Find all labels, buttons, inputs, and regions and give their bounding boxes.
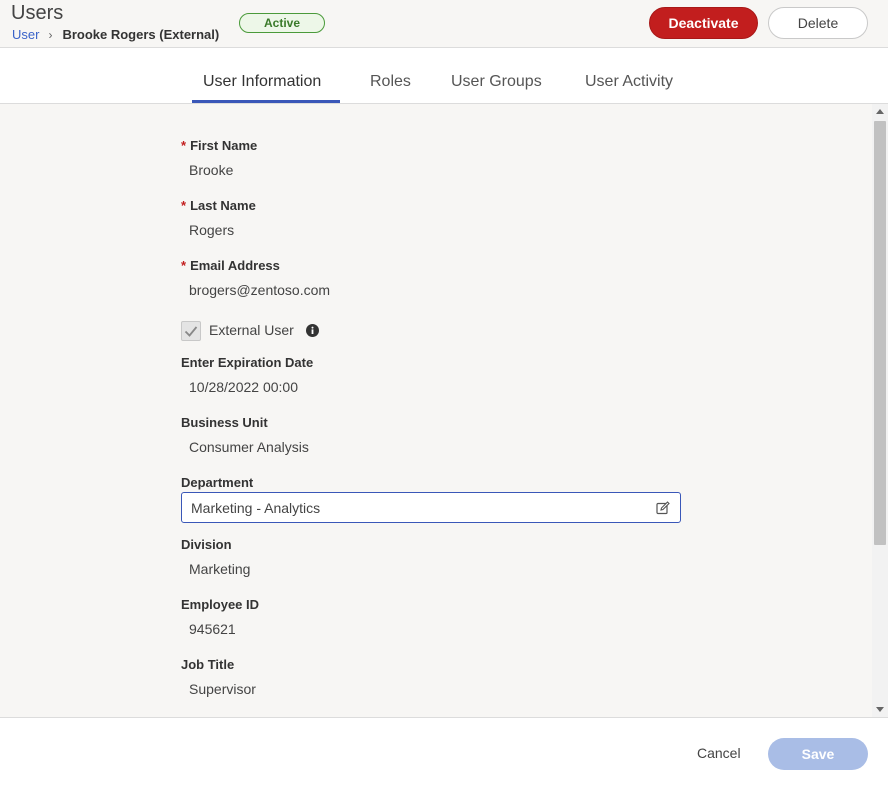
required-marker: * <box>181 138 186 153</box>
first-name-label: *First Name <box>181 138 257 153</box>
external-user-label: External User <box>209 322 294 338</box>
tab-user-activity[interactable]: User Activity <box>585 73 673 91</box>
email-value: brogers@zentoso.com <box>189 282 330 298</box>
employee-id-value: 945621 <box>189 621 236 637</box>
breadcrumb: User › Brooke Rogers (External) <box>12 27 219 42</box>
delete-button[interactable]: Delete <box>768 7 868 39</box>
scroll-down-icon[interactable] <box>876 707 884 712</box>
tab-user-information[interactable]: User Information <box>203 73 321 91</box>
status-badge: Active <box>239 13 325 33</box>
page-header: Users User › Brooke Rogers (External) Ac… <box>0 0 888 48</box>
expiration-label: Enter Expiration Date <box>181 355 313 370</box>
check-icon <box>182 322 200 340</box>
last-name-value: Rogers <box>189 222 234 238</box>
business-unit-label: Business Unit <box>181 415 268 430</box>
department-value: Marketing - Analytics <box>191 500 320 516</box>
employee-id-label: Employee ID <box>181 597 259 612</box>
first-name-value: Brooke <box>189 162 233 178</box>
department-label: Department <box>181 475 253 490</box>
scroll-up-icon[interactable] <box>876 109 884 114</box>
last-name-label: *Last Name <box>181 198 256 213</box>
department-field[interactable]: Marketing - Analytics <box>181 492 681 523</box>
form-footer: Cancel Save <box>0 717 888 787</box>
division-value: Marketing <box>189 561 250 577</box>
tab-user-groups[interactable]: User Groups <box>451 73 542 91</box>
email-label: *Email Address <box>181 258 280 273</box>
page-title: Users <box>11 2 63 25</box>
division-label: Division <box>181 537 232 552</box>
user-information-form: *First Name Brooke *Last Name Rogers *Em… <box>0 104 872 717</box>
chevron-right-icon: › <box>48 28 52 42</box>
deactivate-button[interactable]: Deactivate <box>649 7 758 39</box>
vertical-scrollbar[interactable] <box>872 104 888 717</box>
active-tab-indicator <box>192 100 340 103</box>
expiration-value: 10/28/2022 00:00 <box>189 379 298 395</box>
edit-icon[interactable] <box>656 501 670 515</box>
breadcrumb-current: Brooke Rogers (External) <box>62 27 219 42</box>
info-icon[interactable] <box>306 324 319 337</box>
business-unit-value: Consumer Analysis <box>189 439 309 455</box>
required-marker: * <box>181 258 186 273</box>
scrollbar-thumb[interactable] <box>874 121 886 545</box>
save-button[interactable]: Save <box>768 738 868 770</box>
breadcrumb-link-user[interactable]: User <box>12 27 39 42</box>
tab-bar: User Information Roles User Groups User … <box>0 48 888 104</box>
tab-roles[interactable]: Roles <box>370 73 411 91</box>
required-marker: * <box>181 198 186 213</box>
cancel-button[interactable]: Cancel <box>697 745 741 761</box>
job-title-label: Job Title <box>181 657 234 672</box>
external-user-checkbox[interactable] <box>181 321 201 341</box>
job-title-value: Supervisor <box>189 681 256 697</box>
